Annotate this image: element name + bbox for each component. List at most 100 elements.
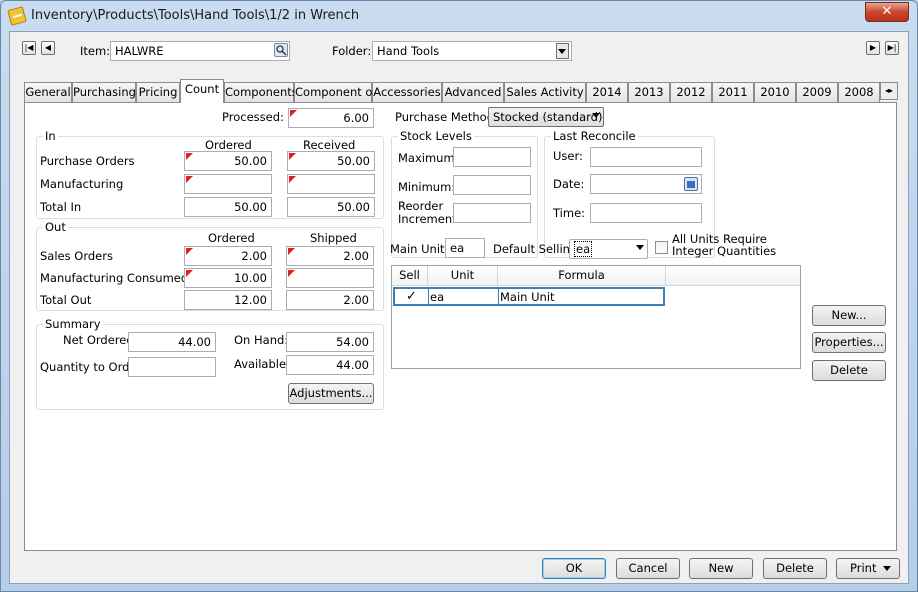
quantity-to-order-field[interactable]: [128, 357, 216, 377]
folder-dropdown-button[interactable]: [556, 43, 569, 59]
item-field[interactable]: HALWRE: [110, 41, 290, 61]
count-tab-panel: Processed: 6.00 Purchase Method: Stocked…: [24, 102, 897, 551]
in-received-header: Received: [303, 138, 356, 152]
purchase-method-select[interactable]: Stocked (standard): [488, 107, 604, 127]
folder-field[interactable]: Hand Tools: [372, 41, 572, 61]
processed-field[interactable]: 6.00: [288, 108, 374, 128]
in-ordered-header: Ordered: [205, 138, 252, 152]
time-field[interactable]: [590, 203, 702, 223]
sell-column-header[interactable]: Sell: [392, 266, 428, 286]
manufacturing-consumed-ordered[interactable]: 10.00: [184, 268, 272, 288]
tab-2008[interactable]: 2008: [838, 82, 880, 102]
tab-2009[interactable]: 2009: [796, 82, 838, 102]
delete-button[interactable]: Delete: [763, 558, 827, 579]
purchase-orders-ordered[interactable]: 50.00: [184, 151, 272, 171]
next-record-button[interactable]: ▶: [866, 41, 880, 55]
tab-sales-activity[interactable]: Sales Activity: [504, 82, 586, 102]
tab-component-of[interactable]: Component of: [294, 82, 377, 102]
tab-2010[interactable]: 2010: [754, 82, 796, 102]
manufacturing-received[interactable]: [287, 174, 375, 194]
purchase-orders-received[interactable]: 50.00: [287, 151, 375, 171]
previous-record-button[interactable]: ◀: [41, 41, 55, 55]
new-button[interactable]: New: [689, 558, 753, 579]
out-group: Out Ordered Shipped Sales Orders 2.00 2.…: [36, 220, 384, 311]
units-grid: Sell Unit Formula ✓ ea Main Unit: [391, 265, 801, 369]
first-record-button[interactable]: |◀: [22, 41, 36, 55]
minimum-label: Minimum:: [398, 180, 456, 194]
tab-scroll-buttons[interactable]: ◂▸: [880, 82, 898, 100]
default-selling-select[interactable]: ea: [569, 239, 648, 259]
out-ordered-header: Ordered: [208, 231, 255, 245]
sell-check-icon[interactable]: ✓: [395, 289, 428, 304]
processed-label: Processed:: [222, 110, 284, 124]
chevron-down-icon: [558, 49, 566, 54]
chevron-down-icon: [883, 566, 891, 571]
chevron-down-icon: [636, 245, 644, 250]
default-selling-value: ea: [574, 241, 593, 257]
net-ordered-label: Net Ordered:: [63, 333, 138, 347]
total-in-ordered: 50.00: [184, 197, 272, 217]
default-selling-label: Default Selling:: [493, 242, 582, 256]
tab-2014[interactable]: 2014: [586, 82, 628, 102]
tab-general[interactable]: General: [24, 82, 72, 102]
available-label: Available:: [234, 357, 290, 371]
adjustments-button[interactable]: Adjustments...: [288, 383, 374, 404]
properties-button[interactable]: Properties...: [812, 332, 886, 353]
empty-column-header: [666, 266, 800, 286]
time-label: Time:: [553, 206, 586, 220]
tab-2013[interactable]: 2013: [628, 82, 670, 102]
maximum-field[interactable]: [453, 147, 531, 167]
app-icon: [7, 6, 27, 26]
purchase-method-value: Stocked (standard): [493, 110, 603, 124]
new-unit-button[interactable]: New...: [812, 305, 886, 326]
integer-quantities-checkbox[interactable]: [655, 241, 668, 254]
minimum-field[interactable]: [453, 175, 531, 195]
on-hand-field: 54.00: [286, 332, 374, 352]
out-legend: Out: [43, 220, 68, 234]
available-field: 44.00: [286, 355, 374, 375]
main-unit-field[interactable]: ea: [445, 238, 485, 258]
unit-column-header[interactable]: Unit: [428, 266, 498, 286]
sales-orders-shipped[interactable]: 2.00: [286, 246, 374, 266]
total-out-ordered: 12.00: [184, 290, 272, 310]
folder-label: Folder:: [332, 44, 372, 58]
cancel-button[interactable]: Cancel: [616, 558, 680, 579]
total-in-label: Total In: [40, 200, 82, 214]
manufacturing-consumed-shipped[interactable]: [286, 268, 374, 288]
tab-2012[interactable]: 2012: [670, 82, 712, 102]
last-record-button[interactable]: ▶|: [885, 41, 899, 55]
total-in-received: 50.00: [287, 197, 375, 217]
reorder-increment-label: Reorder Increment:: [398, 199, 461, 226]
chevron-down-icon: [592, 113, 600, 118]
tab-accessories[interactable]: Accessories: [372, 82, 442, 102]
formula-column-header[interactable]: Formula: [498, 266, 666, 286]
manufacturing-ordered[interactable]: [184, 174, 272, 194]
tab-2011[interactable]: 2011: [712, 82, 754, 102]
tab-components[interactable]: Components: [224, 82, 298, 102]
unit-cell[interactable]: ea: [430, 290, 444, 304]
delete-unit-button[interactable]: Delete: [812, 360, 886, 381]
close-button[interactable]: ✕: [865, 2, 909, 22]
title-bar: Inventory\Products\Tools\Hand Tools\1/2 …: [1, 1, 917, 31]
user-field[interactable]: [590, 147, 702, 167]
ok-button[interactable]: OK: [542, 558, 606, 579]
summary-legend: Summary: [43, 317, 103, 331]
total-out-label: Total Out: [40, 293, 92, 307]
tab-advanced[interactable]: Advanced: [442, 82, 504, 102]
stock-levels-legend: Stock Levels: [398, 129, 474, 143]
sales-orders-ordered[interactable]: 2.00: [184, 246, 272, 266]
tab-purchasing[interactable]: Purchasing: [72, 82, 136, 102]
search-icon[interactable]: [274, 43, 288, 57]
table-row[interactable]: ✓ ea Main Unit: [393, 287, 665, 306]
sales-orders-label: Sales Orders: [40, 249, 113, 263]
print-button[interactable]: Print: [836, 558, 900, 579]
print-label: Print: [850, 561, 877, 575]
tab-count[interactable]: Count: [180, 79, 224, 103]
purchase-orders-label: Purchase Orders: [40, 154, 135, 168]
calendar-icon[interactable]: [684, 177, 698, 191]
reorder-increment-field[interactable]: [453, 203, 531, 223]
client-area: |◀ ◀ Item: HALWRE Folder: Hand Tools ▶ ▶…: [9, 31, 909, 584]
formula-cell[interactable]: Main Unit: [500, 290, 555, 304]
tab-pricing[interactable]: Pricing: [136, 82, 180, 102]
last-reconcile-legend: Last Reconcile: [551, 129, 638, 143]
